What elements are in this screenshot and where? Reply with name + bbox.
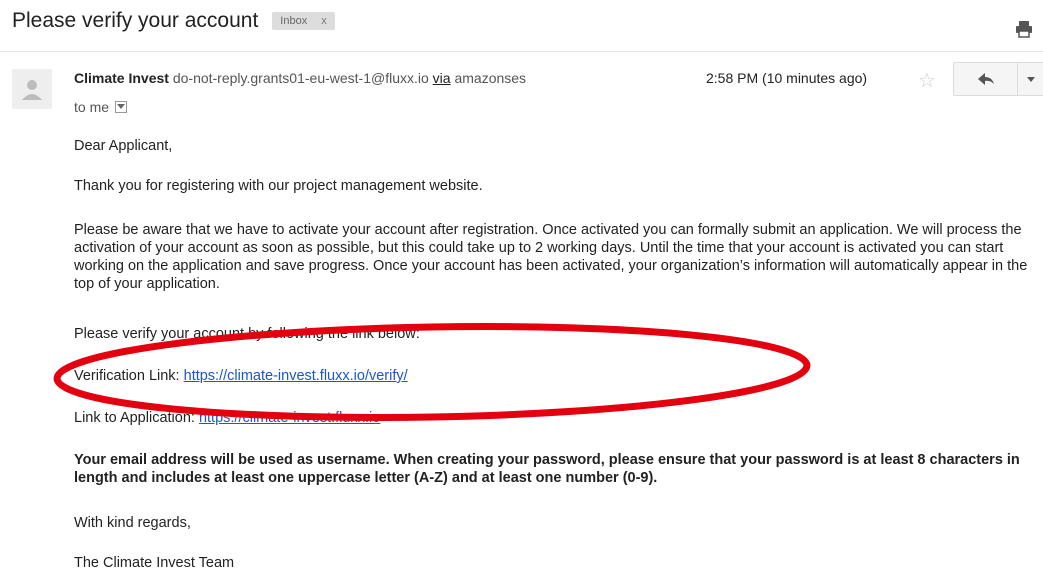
sender-email: do-not-reply.grants01-eu-west-1@fluxx.io — [172, 70, 429, 86]
header-divider — [0, 51, 1043, 52]
chevron-down-icon — [1027, 77, 1035, 82]
password-note: Your email address will be used as usern… — [74, 452, 1020, 486]
reply-button[interactable] — [953, 62, 1018, 96]
sender-line: Climate Invest do-not-reply.grants01-eu-… — [74, 70, 526, 86]
reply-icon — [978, 73, 994, 85]
verification-link[interactable]: https://climate-invest.fluxx.io/verify/ — [184, 368, 408, 384]
email-subject: Please verify your account — [12, 9, 259, 32]
timestamp: 2:58 PM (10 minutes ago) — [706, 70, 868, 86]
remove-label-button[interactable]: x — [321, 15, 327, 27]
recipient-line: to me — [74, 99, 128, 115]
print-icon[interactable] — [1013, 18, 1035, 40]
star-icon[interactable]: ☆ — [918, 68, 936, 93]
recipient-text: to me — [74, 99, 110, 115]
inbox-label-text: Inbox — [280, 15, 308, 27]
signature: The Climate Invest Team — [74, 555, 235, 571]
more-options-button[interactable] — [1017, 62, 1043, 96]
verification-link-line: Verification Link: https://climate-inves… — [74, 367, 408, 385]
person-icon — [12, 69, 52, 109]
application-label: Link to Application: — [74, 410, 195, 426]
application-link[interactable]: https://climate-invest.fluxx.io — [199, 410, 380, 426]
application-link-line: Link to Application: https://climate-inv… — [74, 409, 380, 427]
via-domain: amazonses — [454, 70, 527, 86]
subject-row: Please verify your account Inbox x — [12, 6, 335, 36]
via-link[interactable]: via — [433, 70, 451, 86]
inbox-label[interactable]: Inbox x — [272, 12, 335, 30]
verification-label: Verification Link: — [74, 368, 180, 384]
sender-name[interactable]: Climate Invest — [74, 70, 169, 86]
greeting: Dear Applicant, — [74, 138, 173, 154]
details-chevron-down-icon[interactable] — [115, 101, 128, 113]
closing: With kind regards, — [74, 515, 191, 531]
activation-paragraph: Please be aware that we have to activate… — [74, 222, 1028, 292]
thanks-paragraph: Thank you for registering with our proje… — [74, 178, 483, 194]
verify-instructions: Please verify your account by following … — [74, 326, 420, 342]
